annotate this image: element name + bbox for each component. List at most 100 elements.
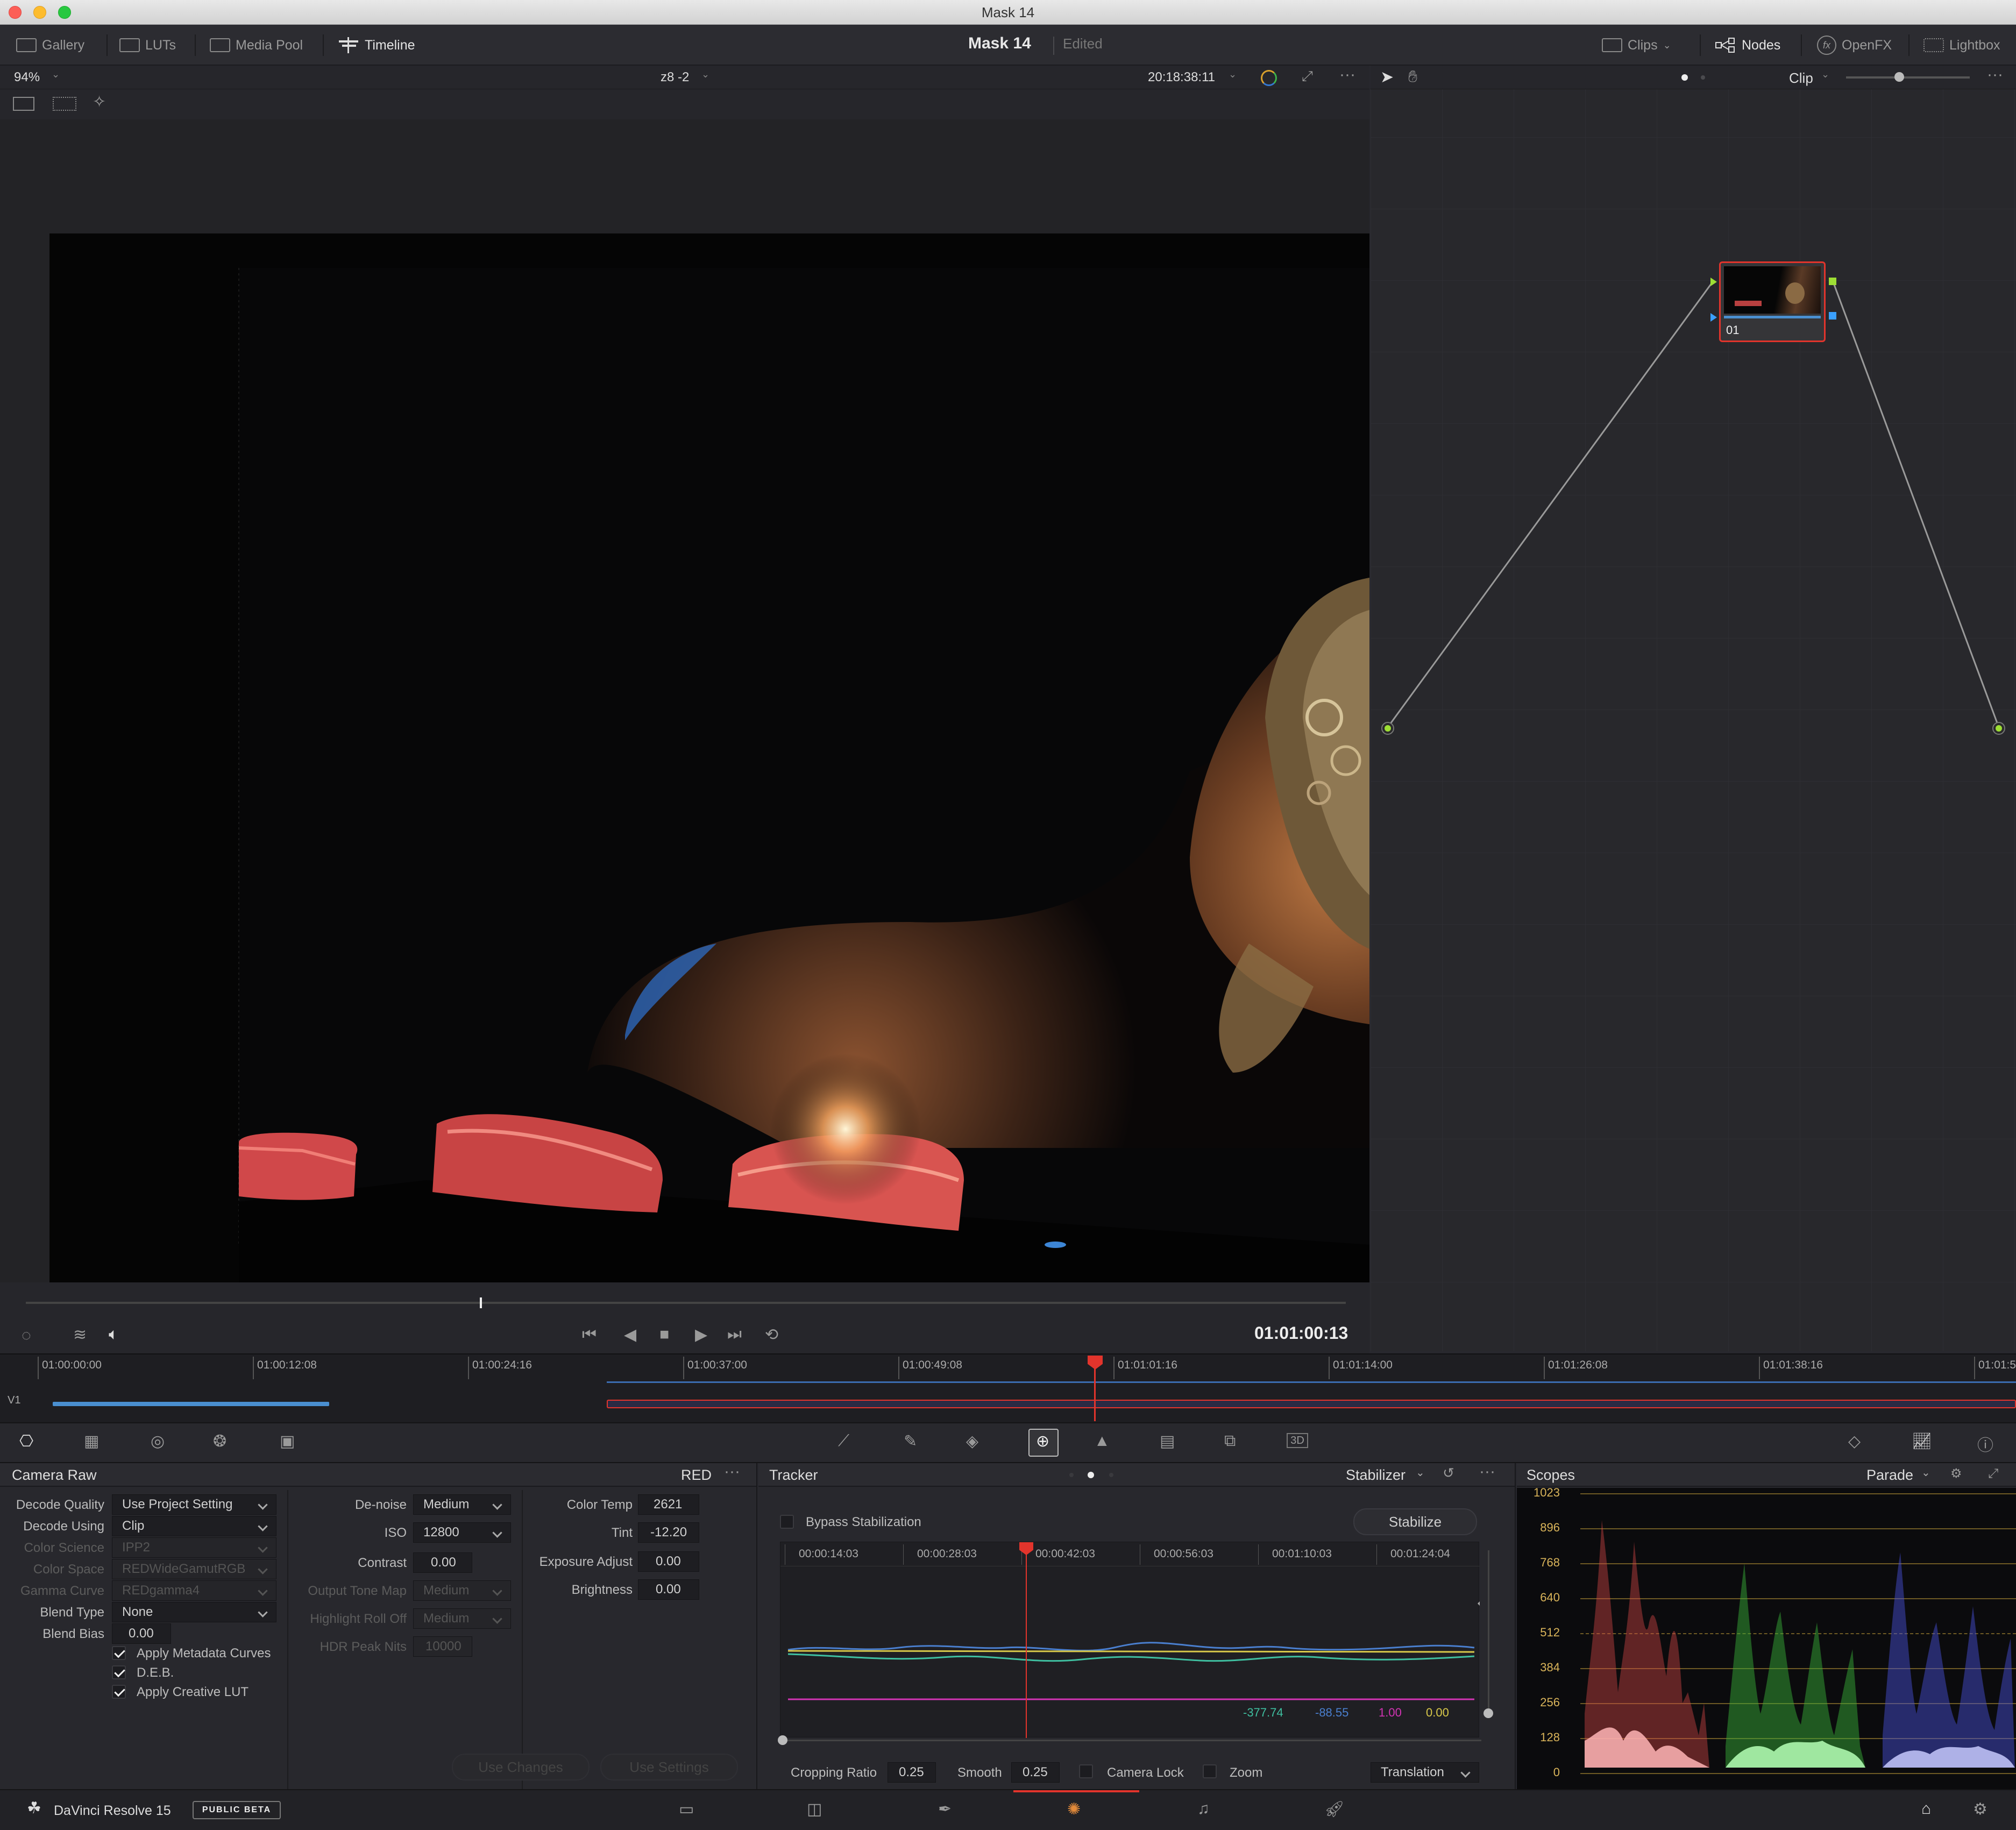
lightbox-button[interactable]: Lightbox xyxy=(1923,25,2000,66)
clip-name[interactable]: z8 -2 xyxy=(661,70,689,85)
play-icon[interactable]: ▶ xyxy=(695,1325,707,1344)
stabilize-button[interactable]: Stabilize xyxy=(1353,1508,1477,1535)
scopes-icon[interactable]: 📈︎ xyxy=(1912,1432,1932,1451)
luts-button[interactable]: LUTs xyxy=(119,25,176,66)
tracker-graph[interactable]: 00:00:14:03 00:00:28:03 00:00:42:03 00:00:5… xyxy=(780,1542,1480,1738)
iso-select[interactable]: 12800 xyxy=(413,1522,511,1543)
gallery-button[interactable]: Gallery xyxy=(16,25,84,66)
horizontal-zoom-slider[interactable] xyxy=(782,1740,1481,1741)
cropping-ratio-field[interactable]: 0.25 xyxy=(888,1762,936,1783)
clip-bar[interactable] xyxy=(53,1402,329,1406)
grid-view-icon[interactable] xyxy=(53,97,76,111)
color-match-icon[interactable]: ▦ xyxy=(84,1432,99,1451)
deliver-page-icon[interactable]: 🚀︎ xyxy=(1324,1800,1345,1819)
key-icon[interactable]: ▤ xyxy=(1160,1432,1175,1451)
more-options-icon[interactable]: ··· xyxy=(1987,66,2003,84)
close-window-button[interactable] xyxy=(9,6,22,19)
edit-page-icon[interactable]: ◫ xyxy=(807,1800,822,1819)
minimize-window-button[interactable] xyxy=(33,6,46,19)
page-dot[interactable] xyxy=(1701,75,1705,80)
color-page-icon[interactable]: ✺ xyxy=(1067,1800,1081,1819)
single-view-icon[interactable] xyxy=(13,97,34,111)
color-node-01[interactable]: 01 xyxy=(1719,261,1826,342)
node-input-rgb[interactable] xyxy=(1710,278,1717,286)
chevron-down-icon[interactable]: ⌄ xyxy=(1229,69,1237,80)
go-to-start-icon[interactable]: ⏮ xyxy=(582,1325,597,1344)
blur-icon[interactable]: ▲ xyxy=(1094,1432,1110,1450)
more-options-icon[interactable]: ··· xyxy=(1339,66,1355,84)
denoise-select[interactable]: Medium xyxy=(413,1494,511,1515)
more-options-icon[interactable]: ··· xyxy=(1479,1460,1495,1484)
vertical-zoom-slider[interactable] xyxy=(1488,1550,1489,1712)
playhead-marker-icon[interactable] xyxy=(1088,1356,1103,1370)
viewer-canvas[interactable] xyxy=(0,119,1369,1292)
clips-button[interactable]: Clips ⌄ xyxy=(1602,25,1671,66)
color-temp-field[interactable]: 2621 xyxy=(638,1494,699,1515)
page-dot-active[interactable] xyxy=(1681,74,1688,81)
apply-metadata-curves-checkbox[interactable] xyxy=(112,1646,126,1660)
exposure-adjust-field[interactable]: 0.00 xyxy=(638,1551,699,1572)
source-timecode[interactable]: 20:18:38:11 xyxy=(1148,70,1215,85)
zoom-checkbox[interactable] xyxy=(1203,1764,1217,1778)
hand-icon[interactable]: ✋︎ xyxy=(1408,68,1417,86)
magic-wand-icon[interactable]: ✧ xyxy=(93,93,106,111)
tracker-tab[interactable]: ⊕ xyxy=(1028,1429,1059,1457)
scope-settings-icon[interactable]: ⚙ xyxy=(1950,1462,1962,1486)
vertical-zoom-handle[interactable] xyxy=(1483,1708,1493,1718)
node-input-key[interactable] xyxy=(1710,313,1717,322)
color-wheel-icon[interactable] xyxy=(1261,70,1277,86)
smooth-field[interactable]: 0.25 xyxy=(1011,1762,1060,1783)
node-output-key[interactable] xyxy=(1829,312,1836,320)
viewer-mode-icon[interactable]: ◌ xyxy=(22,1327,31,1345)
scrubber-playhead[interactable] xyxy=(480,1297,482,1308)
fullscreen-icon[interactable]: ⤢ xyxy=(1302,68,1313,85)
more-options-icon[interactable]: ··· xyxy=(724,1460,740,1484)
blend-type-select[interactable]: None xyxy=(112,1602,276,1622)
window-icon[interactable]: ◈ xyxy=(966,1432,978,1451)
sizing-icon[interactable]: ⧉ xyxy=(1224,1432,1236,1450)
decode-quality-select[interactable]: Use Project Setting xyxy=(112,1494,276,1515)
page-dot[interactable] xyxy=(1109,1473,1113,1477)
scrubber-track[interactable] xyxy=(26,1302,1346,1304)
chevron-down-icon[interactable]: ⌄ xyxy=(1921,1461,1930,1485)
camera-lock-checkbox[interactable] xyxy=(1079,1764,1093,1778)
expand-icon[interactable]: ⤢ xyxy=(1988,1462,1998,1486)
layers-icon[interactable]: ≋ xyxy=(73,1325,87,1344)
scope-mode-select[interactable]: Parade xyxy=(1866,1463,1913,1487)
step-back-icon[interactable]: ◀ xyxy=(624,1325,636,1344)
chevron-down-icon[interactable]: ⌄ xyxy=(52,69,60,80)
contrast-field[interactable]: 0.00 xyxy=(413,1552,472,1573)
decode-using-select[interactable]: Clip xyxy=(112,1516,276,1536)
curves-icon[interactable]: ⟋ xyxy=(838,1432,849,1450)
chevron-down-icon[interactable]: ⌄ xyxy=(1821,69,1829,80)
timeline-button[interactable]: Timeline xyxy=(338,25,415,66)
3d-icon[interactable]: 3D xyxy=(1287,1433,1308,1448)
horizontal-zoom-handle[interactable] xyxy=(778,1735,787,1745)
loop-icon[interactable]: ⟲ xyxy=(765,1325,778,1344)
clip-bar-current[interactable] xyxy=(607,1400,2016,1408)
reset-icon[interactable]: ↺ xyxy=(1443,1461,1454,1485)
zoom-level[interactable]: 94% xyxy=(14,70,40,85)
keyframes-icon[interactable]: ◇ xyxy=(1848,1432,1861,1451)
motion-effects-icon[interactable]: ▣ xyxy=(280,1432,295,1451)
blend-bias-field[interactable]: 0.00 xyxy=(112,1623,171,1644)
tint-field[interactable]: -12.20 xyxy=(638,1522,699,1543)
chevron-down-icon[interactable]: ⌄ xyxy=(1416,1461,1425,1485)
translation-select[interactable]: Translation xyxy=(1371,1762,1479,1783)
media-pool-button[interactable]: Media Pool xyxy=(210,25,303,66)
fairlight-page-icon[interactable]: ♫ xyxy=(1197,1800,1210,1818)
pointer-icon[interactable]: ➤ xyxy=(1380,68,1394,87)
page-dot-active[interactable] xyxy=(1088,1472,1094,1478)
page-dot[interactable] xyxy=(1069,1473,1074,1477)
mini-timeline[interactable]: 01:00:00:00 01:00:12:08 01:00:24:16 01:00:3… xyxy=(0,1353,2016,1422)
zoom-window-button[interactable] xyxy=(58,6,71,19)
color-wheels-icon[interactable]: ◎ xyxy=(151,1432,165,1451)
brightness-field[interactable]: 0.00 xyxy=(638,1579,699,1600)
info-icon[interactable]: ⓘ xyxy=(1977,1432,1993,1456)
camera-raw-icon[interactable]: ⎔ xyxy=(19,1432,33,1451)
media-page-icon[interactable]: ▭ xyxy=(679,1800,694,1819)
deb-checkbox[interactable] xyxy=(112,1665,126,1679)
raw-format[interactable]: RED xyxy=(681,1463,712,1487)
node-editor[interactable]: 01 xyxy=(1371,66,2016,1351)
bypass-stabilization-checkbox[interactable] xyxy=(780,1515,794,1529)
